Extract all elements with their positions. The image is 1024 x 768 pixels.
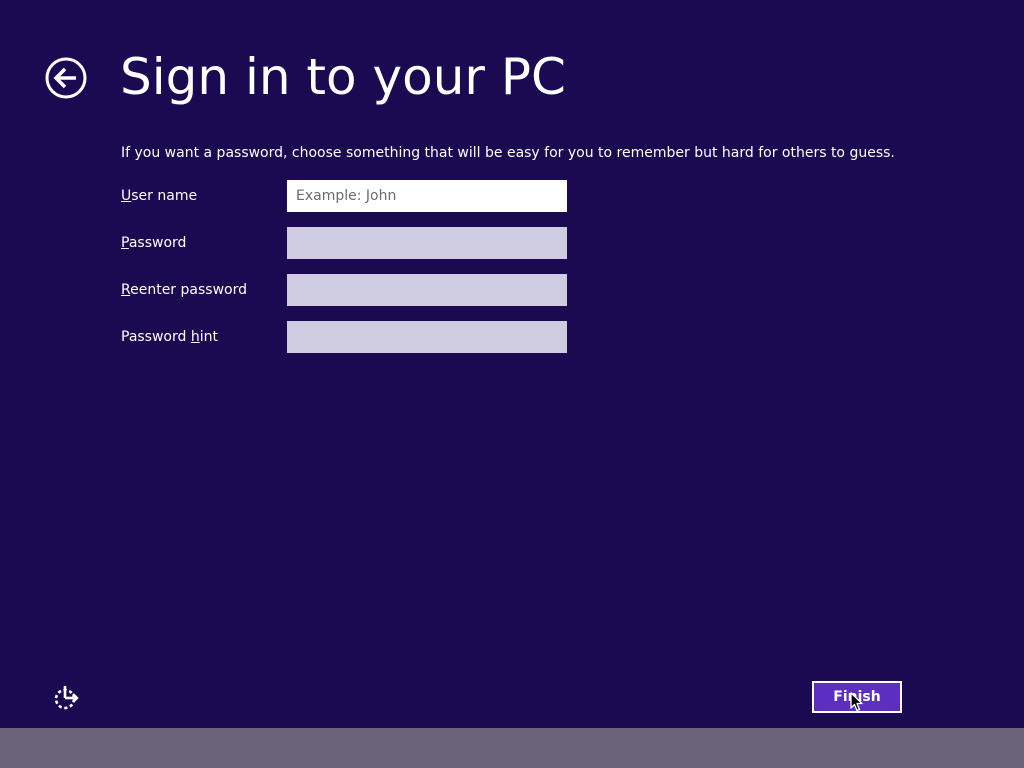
oobe-screen: Sign in to your PC If you want a passwor… [0,0,1024,768]
back-arrow-icon [45,57,87,99]
form-row-username: User name [121,180,567,212]
password-label-access-key: P [121,235,129,251]
reenter-password-label-text: eenter password [130,282,247,298]
bottom-bar [0,728,1024,768]
password-input[interactable] [287,227,567,259]
form-row-reenter-password: Reenter password [121,274,567,306]
intro-text: If you want a password, choose something… [121,145,895,161]
page-title: Sign in to your PC [120,48,566,106]
reenter-password-input[interactable] [287,274,567,306]
back-button[interactable] [45,57,87,99]
password-label: Password [121,234,186,252]
reenter-password-label: Reenter password [121,281,247,299]
reenter-password-label-access-key: R [121,282,131,298]
username-input[interactable] [287,180,567,212]
form-row-password: Password [121,227,567,259]
ease-of-access-icon [54,686,79,710]
finish-button[interactable]: Finish [812,681,902,713]
username-label: User name [121,187,197,205]
username-label-text: ser name [131,188,198,204]
password-hint-label-text: int [199,329,218,345]
password-hint-label-prefix: Password [121,329,191,345]
password-hint-label: Password hint [121,328,218,346]
password-hint-input[interactable] [287,321,567,353]
form-row-password-hint: Password hint [121,321,567,353]
password-hint-label-access-key: h [190,329,200,345]
ease-of-access-button[interactable] [52,684,80,712]
password-label-text: assword [128,235,187,251]
username-label-access-key: U [121,188,132,204]
